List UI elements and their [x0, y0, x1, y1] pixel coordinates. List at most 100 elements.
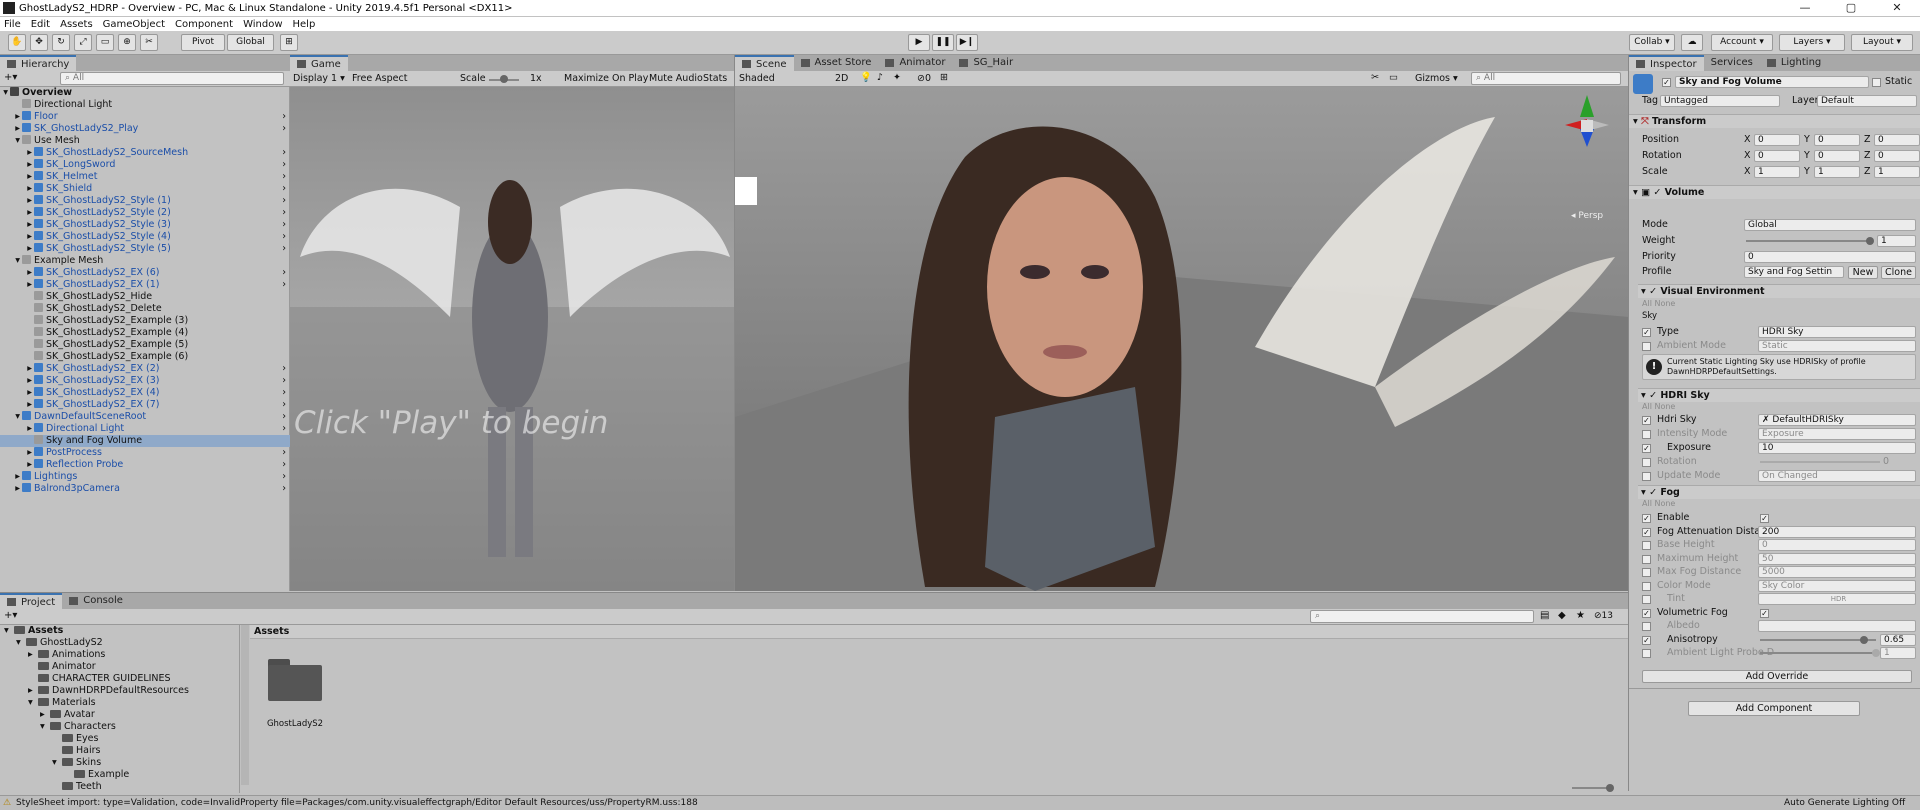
play-button[interactable]: ▶ — [908, 34, 930, 51]
hierarchy-row[interactable]: ▸ SK_Helmet › — [0, 171, 290, 183]
project-folder-row[interactable]: ▸ DawnHDRPDefaultResources — [28, 685, 189, 697]
fog-override-checkbox[interactable]: ✓ — [1642, 527, 1651, 537]
display-dropdown[interactable]: Display 1 ▾ — [293, 73, 345, 84]
pause-button[interactable]: ❚❚ — [932, 34, 954, 51]
open-prefab-arrow-icon[interactable]: › — [282, 171, 286, 183]
expand-arrow-icon[interactable]: ▾ — [52, 757, 62, 769]
account-dropdown[interactable]: Account ▾ — [1711, 34, 1773, 51]
project-folder-row[interactable]: ▾ Characters — [40, 721, 116, 733]
fog-slider-knob[interactable] — [1860, 635, 1869, 644]
project-folder-row[interactable]: Example — [64, 769, 129, 781]
fog-slider[interactable] — [1760, 652, 1876, 654]
project-folder-row[interactable]: ▾ GhostLadyS2 — [16, 637, 103, 649]
layer-dropdown[interactable]: Default — [1817, 95, 1917, 107]
open-prefab-arrow-icon[interactable]: › — [282, 183, 286, 195]
status-message[interactable]: StyleSheet import: type=Validation, code… — [16, 796, 698, 810]
expand-arrow-icon[interactable]: ▾ — [4, 625, 14, 637]
expand-arrow-icon[interactable]: ▾ — [0, 87, 10, 99]
tab-game[interactable]: Game — [290, 55, 348, 71]
fog-slider[interactable] — [1760, 638, 1876, 641]
hierarchy-row[interactable]: SK_GhostLadyS2_Example (4) — [0, 327, 290, 339]
expand-arrow-icon[interactable]: ▸ — [0, 147, 34, 159]
rotation-field[interactable]: 0 — [1754, 150, 1800, 162]
expand-arrow-icon[interactable]: ▸ — [0, 219, 34, 231]
hierarchy-row[interactable]: ▸ SK_GhostLadyS2_Style (1) › — [0, 195, 290, 207]
tab-console[interactable]: Console — [62, 593, 130, 609]
shading-dropdown[interactable]: Shaded — [739, 73, 825, 84]
tab-asset-store[interactable]: Asset Store — [794, 55, 879, 71]
expand-arrow-icon[interactable]: ▸ — [0, 459, 34, 471]
project-folder-row[interactable]: Eyes — [52, 733, 98, 745]
expand-arrow-icon[interactable]: ▸ — [0, 399, 34, 411]
filter-type-icon[interactable]: ▤ — [1540, 610, 1549, 621]
ambient-dropdown[interactable]: Static — [1758, 340, 1916, 352]
hierarchy-search-input[interactable]: ⌕ All — [60, 72, 284, 85]
open-prefab-arrow-icon[interactable]: › — [282, 447, 286, 459]
fog-property-field[interactable]: 5000 — [1758, 566, 1916, 578]
asset-folder-icon[interactable] — [268, 659, 322, 701]
rect-tool-icon[interactable]: ▭ — [96, 34, 114, 51]
favorite-star-icon[interactable]: ★ — [1576, 610, 1585, 621]
grid-snap-icon[interactable]: ⊞ — [280, 34, 298, 51]
create-plus-icon[interactable]: +▾ — [4, 72, 17, 83]
open-prefab-arrow-icon[interactable]: › — [282, 459, 286, 471]
intensity-dropdown[interactable]: Exposure — [1758, 428, 1916, 440]
expand-arrow-icon[interactable]: ▸ — [0, 111, 22, 123]
add-override-button[interactable]: Add Override — [1642, 670, 1912, 683]
add-component-button[interactable]: Add Component — [1688, 701, 1860, 716]
open-prefab-arrow-icon[interactable]: › — [282, 147, 286, 159]
fog-override-checkbox[interactable]: ✓ — [1642, 635, 1651, 645]
project-tree-scrollbar[interactable] — [241, 625, 249, 785]
collab-dropdown[interactable]: Collab ▾ — [1629, 34, 1675, 51]
fog-header[interactable]: ▾ ✓ Fog — [1638, 485, 1920, 499]
hdri-rotation-slider[interactable] — [1760, 461, 1880, 463]
expand-arrow-icon[interactable]: ▾ — [40, 721, 50, 733]
aspect-dropdown[interactable]: Free Aspect — [352, 73, 456, 84]
hierarchy-row[interactable]: Directional Light — [0, 99, 290, 111]
expand-arrow-icon[interactable]: ▸ — [0, 471, 22, 483]
expand-arrow-icon[interactable]: ▸ — [0, 195, 34, 207]
expand-arrow-icon[interactable]: ▸ — [0, 243, 34, 255]
expand-arrow-icon[interactable]: ▸ — [28, 649, 38, 661]
hidden-packages-count[interactable]: ⊘13 — [1594, 611, 1613, 621]
fog-override-checkbox[interactable] — [1642, 595, 1651, 604]
fog-override-checkbox[interactable] — [1642, 568, 1651, 577]
hdri-field[interactable]: ✗ DefaultHDRISky — [1758, 414, 1916, 426]
tab-services[interactable]: Services — [1704, 55, 1760, 71]
hierarchy-row[interactable]: ▸ SK_Shield › — [0, 183, 290, 195]
open-prefab-arrow-icon[interactable]: › — [282, 411, 286, 423]
project-breadcrumb[interactable]: Assets — [250, 625, 1628, 639]
menu-assets[interactable]: Assets — [60, 19, 93, 30]
hidden-count[interactable]: ⊘0 — [917, 73, 931, 84]
fog-override-checkbox[interactable]: ✓ — [1642, 514, 1651, 523]
weight-field[interactable]: 1 — [1877, 235, 1916, 247]
global-toggle[interactable]: Global — [227, 34, 274, 51]
rotation-field[interactable]: 0 — [1874, 150, 1920, 162]
expand-arrow-icon[interactable]: ▾ — [28, 697, 38, 709]
cloud-icon[interactable]: ☁ — [1681, 34, 1703, 51]
fog-property-field[interactable]: Sky Color — [1758, 579, 1916, 592]
mode-dropdown[interactable]: Global — [1744, 219, 1916, 231]
stats-toggle[interactable]: Stats — [703, 73, 727, 84]
layout-dropdown[interactable]: Layout ▾ — [1851, 34, 1913, 51]
open-prefab-arrow-icon[interactable]: › — [282, 423, 286, 435]
expand-arrow-icon[interactable]: ▸ — [0, 171, 34, 183]
expand-arrow-icon[interactable]: ▸ — [0, 447, 34, 459]
project-folder-row[interactable]: Animator — [28, 661, 96, 673]
fog-slider-knob[interactable] — [1872, 649, 1880, 657]
hdri-override-checkbox[interactable]: ✓ — [1642, 416, 1651, 425]
open-prefab-arrow-icon[interactable]: › — [282, 195, 286, 207]
tab-project[interactable]: Project — [0, 593, 63, 609]
hierarchy-row[interactable]: ▾ Overview — [0, 87, 290, 99]
fog-toggle-checkbox[interactable]: ✓ — [1760, 608, 1769, 618]
update-override-checkbox[interactable] — [1642, 472, 1651, 481]
new-profile-button[interactable]: New — [1848, 266, 1878, 279]
transform-tool-icon[interactable]: ⊕ — [118, 34, 136, 51]
minimize-button[interactable]: — — [1782, 0, 1828, 16]
hierarchy-row[interactable]: ▸ PostProcess › — [0, 447, 290, 459]
project-folder-row[interactable]: ▸ Animations — [28, 649, 105, 661]
tab-lighting[interactable]: Lighting — [1760, 55, 1828, 71]
move-tool-icon[interactable]: ✥ — [30, 34, 48, 51]
hierarchy-row[interactable]: ▾ Example Mesh — [0, 255, 290, 267]
menu-file[interactable]: File — [4, 19, 21, 30]
